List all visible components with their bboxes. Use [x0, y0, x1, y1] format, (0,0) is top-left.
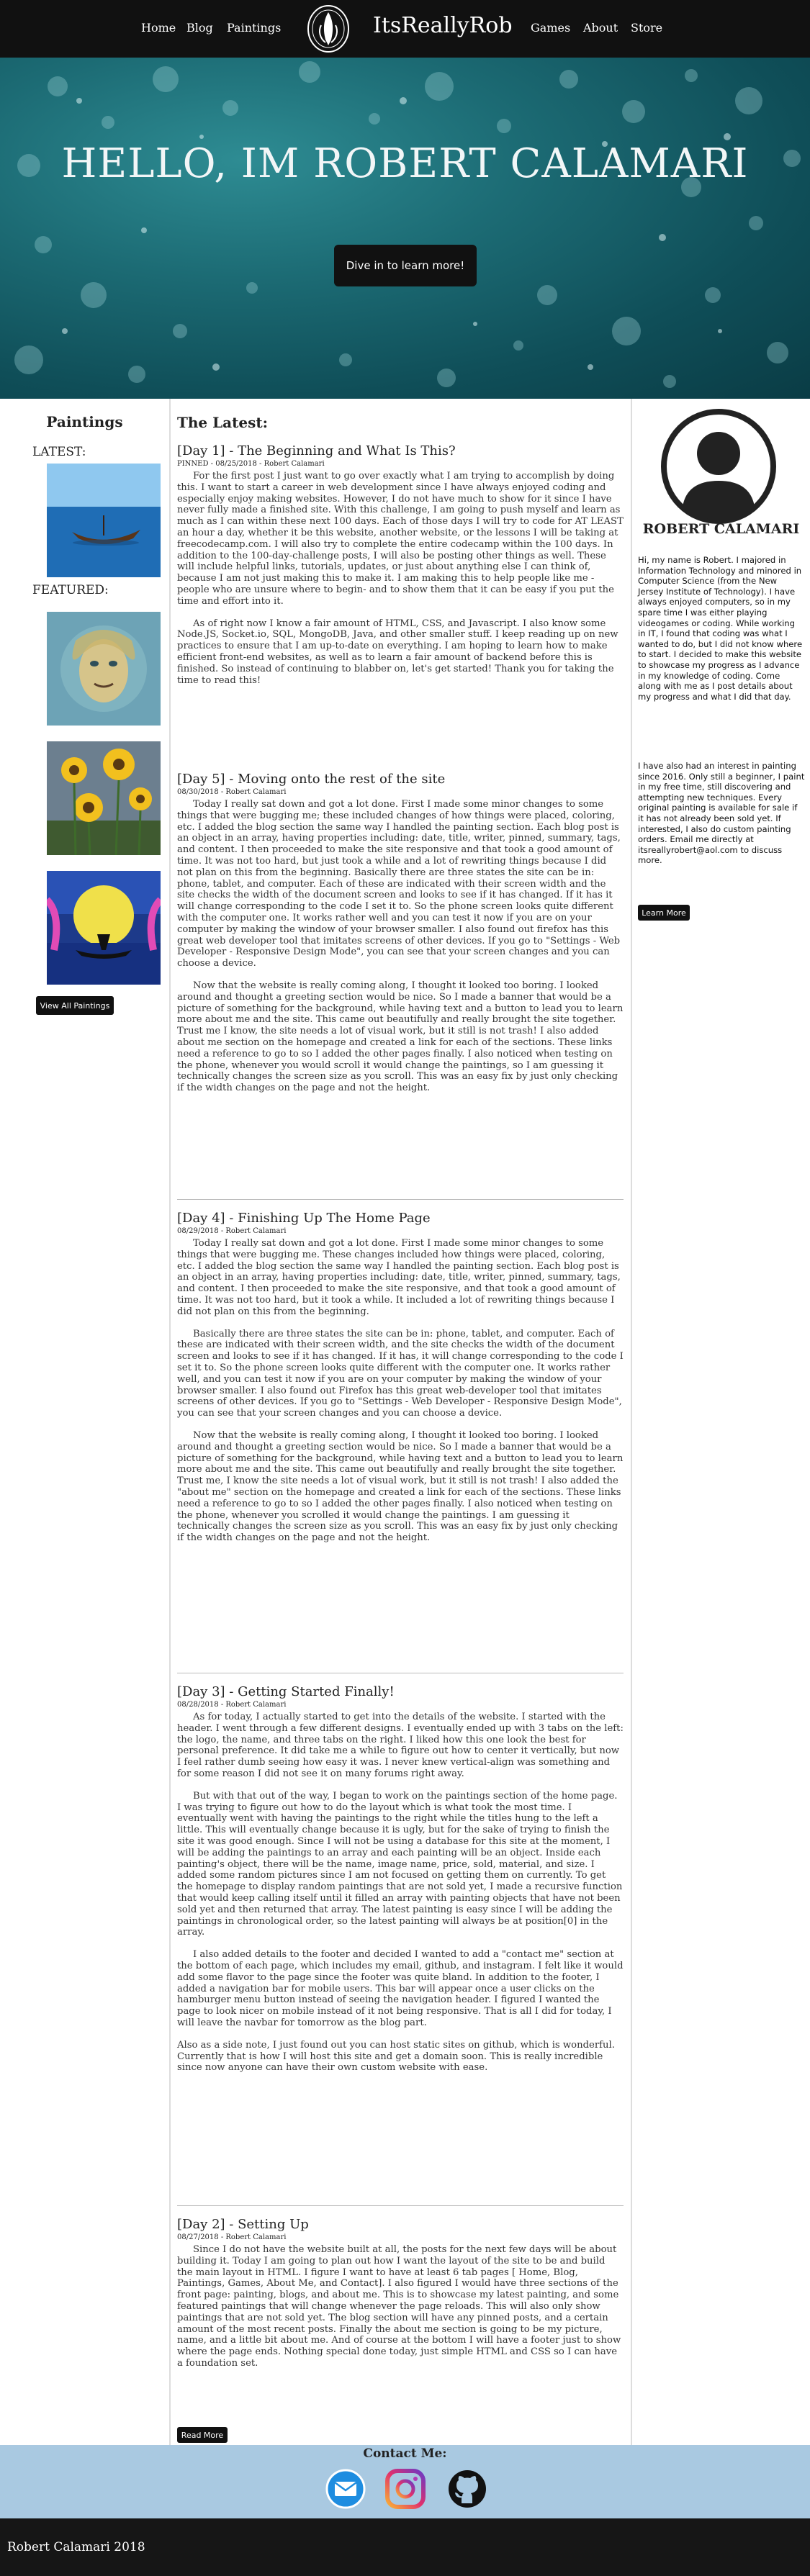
learn-more-button[interactable]: Learn More	[638, 905, 690, 921]
post-title[interactable]: [Day 5] - Moving onto the rest of the si…	[177, 772, 624, 787]
nav-link-paintings[interactable]: Paintings	[227, 21, 281, 35]
post-paragraph: Now that the website is really coming al…	[177, 1429, 624, 1544]
paintings-heading: Paintings	[46, 413, 123, 430]
footer-copyright: Robert Calamari 2018	[7, 2540, 145, 2554]
nav-link-home[interactable]: Home	[141, 21, 176, 35]
page-footer: Robert Calamari 2018	[0, 2518, 810, 2576]
nav-link-games[interactable]: Games	[531, 21, 570, 35]
post-title[interactable]: [Day 2] - Setting Up	[177, 2217, 624, 2233]
hero-learn-more-button[interactable]: Dive in to learn more!	[334, 245, 477, 286]
post-paragraph: Now that the website is really coming al…	[177, 980, 624, 1094]
read-more-button[interactable]: Read More	[177, 2427, 228, 2443]
nav-link-blog[interactable]: Blog	[186, 21, 213, 35]
post-title[interactable]: [Day 1] - The Beginning and What Is This…	[177, 443, 624, 459]
featured-painting-thumbnail-1[interactable]	[47, 612, 161, 726]
post-paragraph: I also added details to the footer and d…	[177, 1949, 624, 2028]
water-bubbles-background	[14, 61, 801, 388]
post-meta: 08/27/2018 - Robert Calamari	[177, 2233, 287, 2241]
nav-link-about[interactable]: About	[583, 21, 618, 35]
post-paragraph: As of right now I know a fair amount of …	[177, 618, 618, 686]
blog-post-day3: [Day 3] - Getting Started Finally! 08/28…	[177, 1684, 624, 2074]
contact-label: Contact Me:	[363, 2446, 447, 2461]
hero-banner: HELLO, IM ROBERT CALAMARI Dive in to lea…	[0, 58, 810, 399]
nav-link-store[interactable]: Store	[631, 21, 662, 35]
post-paragraph: Since I do not have the website built at…	[177, 2244, 621, 2369]
latest-painting-thumbnail[interactable]	[47, 464, 161, 577]
latest-label: LATEST:	[32, 445, 86, 459]
blog-heading: The Latest:	[177, 414, 268, 431]
avatar-icon	[661, 409, 776, 524]
column-divider-left	[169, 399, 171, 2445]
post-paragraph: Today I really sat down and got a lot do…	[177, 799, 621, 970]
featured-label: FEATURED:	[32, 583, 109, 597]
top-navbar: Home Blog Paintings ItsReallyRob Games A…	[0, 0, 810, 58]
blog-post-day5: [Day 5] - Moving onto the rest of the si…	[177, 772, 624, 1094]
post-title[interactable]: [Day 3] - Getting Started Finally!	[177, 1684, 624, 1700]
instagram-icon[interactable]	[385, 2469, 426, 2509]
post-paragraph: For the first post I just want to go ove…	[177, 471, 624, 607]
post-paragraph: Also as a side note, I just found out yo…	[177, 2039, 615, 2074]
post-divider	[177, 1199, 624, 1200]
post-paragraph: Basically there are three states the sit…	[177, 1328, 624, 1419]
about-paragraph-2: I have also had an interest in painting …	[638, 761, 805, 866]
site-brand[interactable]: ItsReallyRob	[373, 13, 513, 38]
blog-section: The Latest: [Day 1] - The Beginning and …	[177, 399, 624, 2445]
site-logo-icon[interactable]	[305, 4, 351, 54]
about-name: ROBERT CALAMARI	[642, 521, 800, 537]
contact-section: Contact Me:	[0, 2445, 810, 2518]
post-divider	[177, 2205, 624, 2206]
blog-post-day2: [Day 2] - Setting Up 08/27/2018 - Robert…	[177, 2217, 624, 2369]
about-paragraph-1: Hi, my name is Robert. I majored in Info…	[638, 555, 803, 702]
hero-title: HELLO, IM ROBERT CALAMARI	[61, 140, 749, 187]
column-divider-right	[631, 399, 632, 2445]
email-icon[interactable]	[325, 2469, 366, 2509]
post-meta: 08/28/2018 - Robert Calamari	[177, 1701, 287, 1709]
post-paragraph: As for today, I actually started to get …	[177, 1712, 624, 1779]
post-paragraph: But with that out of the way, I began to…	[177, 1790, 623, 1938]
post-meta: 08/30/2018 - Robert Calamari	[177, 788, 287, 796]
blog-post-day1: [Day 1] - The Beginning and What Is This…	[177, 443, 624, 686]
post-title[interactable]: [Day 4] - Finishing Up The Home Page	[177, 1211, 624, 1226]
featured-painting-thumbnail-3[interactable]	[47, 871, 161, 985]
post-meta: PINNED - 08/25/2018 - Robert Calamari	[177, 460, 325, 468]
blog-post-day4: [Day 4] - Finishing Up The Home Page 08/…	[177, 1211, 624, 1544]
paintings-sidebar: Paintings LATEST: FEATURED: View All Pai…	[0, 399, 169, 2445]
featured-painting-thumbnail-2[interactable]	[47, 741, 161, 855]
post-meta: 08/29/2018 - Robert Calamari	[177, 1227, 287, 1235]
post-paragraph: Today I really sat down and got a lot do…	[177, 1238, 621, 1317]
github-icon[interactable]	[447, 2469, 487, 2509]
view-all-paintings-button[interactable]: View All Paintings	[36, 996, 114, 1015]
